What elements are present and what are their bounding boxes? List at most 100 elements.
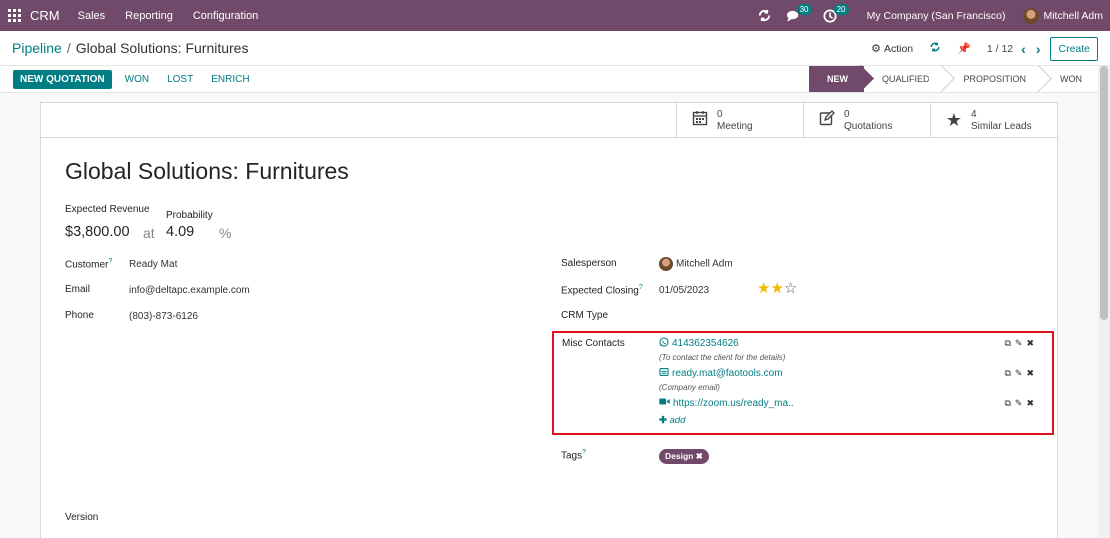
crm-type-label: CRM Type [561, 310, 609, 321]
percent-sign: % [219, 225, 232, 241]
probability-label: Probability [166, 210, 213, 221]
control-panel-right: ⚙ Action 📌 1 / 12 ‹ › Create [871, 31, 1110, 66]
whatsapp-icon [659, 337, 669, 350]
chat-badge: 30 [796, 3, 812, 15]
chat-icon[interactable]: 30 [786, 3, 812, 23]
misc-contact-line-2[interactable]: ready.mat@faotools.com [659, 367, 783, 380]
tags-help-icon[interactable]: ? [582, 449, 586, 456]
create-button[interactable]: Create [1050, 36, 1098, 61]
priority-star-icon-3[interactable]: ☆ [784, 280, 797, 297]
app-name[interactable]: CRM [30, 8, 60, 23]
expected-closing-help-icon[interactable]: ? [639, 284, 643, 291]
scrollbar-thumb[interactable] [1100, 66, 1108, 320]
stage-new[interactable]: NEW [808, 66, 864, 92]
expected-revenue-input[interactable]: $3,800.00 [65, 224, 130, 240]
enrich-button[interactable]: ENRICH [211, 74, 249, 85]
copy-icon[interactable]: ⧉ [1004, 338, 1010, 349]
activity-clock-icon[interactable]: 20 [823, 3, 849, 23]
customer-label-text: Customer [65, 259, 109, 271]
user-avatar [1023, 7, 1040, 24]
tags-label-text: Tags [561, 450, 583, 462]
quotations-count: 0 [844, 108, 850, 120]
refresh-icon[interactable] [929, 41, 941, 56]
meeting-smart-button[interactable]: 0 Meeting [676, 103, 803, 138]
similar-leads-smart-text: 4 Similar Leads [971, 109, 1032, 133]
quotations-smart-button[interactable]: 0 Quotations [803, 103, 930, 138]
meeting-count: 0 [717, 108, 723, 120]
customer-input[interactable]: Ready Mat [129, 259, 177, 270]
stage-selector: NEW QUALIFIED PROPOSITION WON [808, 66, 1098, 92]
lost-button[interactable]: LOST [167, 74, 193, 85]
customer-help-icon[interactable]: ? [108, 258, 112, 265]
expected-closing-input[interactable]: 01/05/2023 [659, 285, 709, 296]
form-statusbar: NEW QUOTATION WON LOST ENRICH NEW QUALIF… [0, 66, 1098, 93]
priority-stars: ★★☆ [757, 279, 797, 297]
stage-qualified[interactable]: QUALIFIED [863, 66, 946, 92]
priority-star-icon-1[interactable]: ★ [757, 280, 770, 297]
breadcrumb-pipeline[interactable]: Pipeline [12, 40, 62, 56]
edit-icon [818, 110, 836, 131]
pager-value[interactable]: 1 / 12 [987, 43, 1013, 55]
phone-label: Phone [65, 310, 94, 321]
version-label: Version [65, 512, 99, 523]
gear-icon: ⚙ [871, 43, 881, 55]
delete-icon[interactable]: ✖ [1026, 398, 1034, 409]
company-switcher[interactable]: My Company (San Francisco) [867, 10, 1006, 22]
stage-proposition[interactable]: PROPOSITION [945, 66, 1042, 92]
at-separator: at [143, 225, 155, 241]
phone-input[interactable]: (803)-873-6126 [129, 311, 198, 322]
pin-icon[interactable]: 📌 [957, 42, 971, 55]
meeting-smart-text: 0 Meeting [717, 109, 753, 133]
salesperson-label: Salesperson [561, 258, 617, 269]
plus-icon: ✚ [659, 415, 667, 426]
action-label: Action [883, 42, 914, 55]
similar-leads-count: 4 [971, 108, 977, 120]
new-quotation-button[interactable]: NEW QUOTATION [13, 69, 112, 89]
tag-name: Design [665, 451, 694, 461]
similar-leads-smart-button[interactable]: ★ 4 Similar Leads [930, 103, 1057, 138]
email-icon [659, 367, 669, 380]
edit-pencil-icon[interactable]: ✎ [1015, 338, 1023, 349]
copy-icon[interactable]: ⧉ [1004, 368, 1010, 379]
misc-contact-line-1[interactable]: 414362354626 [659, 337, 739, 350]
star-icon: ★ [945, 110, 963, 130]
expected-closing-label: Expected Closing? [561, 284, 643, 296]
misc-contacts-box: Misc Contacts 414362354626 (To contact t… [552, 331, 1054, 435]
misc-contact-line-3[interactable]: https://zoom.us/ready_ma.. [659, 397, 794, 409]
pager-next-icon[interactable]: › [1036, 41, 1041, 57]
main-menu: Sales Reporting Configuration [78, 10, 279, 22]
action-menu-button[interactable]: ⚙ Action [871, 42, 914, 56]
smart-buttons: 0 Meeting 0 Quotations ★ 4 Similar Leads [676, 103, 1057, 138]
probability-input[interactable]: 4.09 [166, 224, 194, 240]
delete-icon[interactable]: ✖ [1026, 368, 1034, 379]
video-icon [659, 397, 670, 409]
add-misc-contact-button[interactable]: ✚ add [659, 415, 685, 426]
edit-pencil-icon[interactable]: ✎ [1015, 368, 1023, 379]
voip-icon[interactable] [757, 8, 772, 23]
tag-remove-icon[interactable]: ✖ [696, 451, 703, 461]
tag-badge[interactable]: Design ✖ [659, 449, 709, 464]
top-navbar: CRM Sales Reporting Configuration 30 20 … [0, 0, 1110, 31]
meeting-label: Meeting [717, 120, 753, 132]
delete-icon[interactable]: ✖ [1026, 338, 1034, 349]
edit-pencil-icon[interactable]: ✎ [1015, 398, 1023, 409]
priority-star-icon-2[interactable]: ★ [770, 280, 783, 297]
control-panel: Pipeline / Global Solutions: Furnitures … [0, 31, 1110, 66]
tags-label: Tags? [561, 449, 586, 461]
vertical-scrollbar[interactable] [1098, 66, 1110, 538]
copy-icon[interactable]: ⧉ [1004, 398, 1010, 409]
menu-reporting[interactable]: Reporting [125, 10, 173, 22]
misc-contact-actions-2: ⧉ ✎ ✖ [1004, 368, 1034, 379]
email-input[interactable]: info@deltapc.example.com [129, 285, 250, 296]
customer-label: Customer? [65, 258, 112, 270]
user-menu[interactable]: Mitchell Adm [1023, 7, 1103, 24]
salesperson-input[interactable]: Mitchell Adm [659, 257, 733, 271]
lead-title[interactable]: Global Solutions: Furnitures [65, 158, 349, 185]
salesperson-name: Mitchell Adm [676, 258, 733, 270]
pager-previous-icon[interactable]: ‹ [1021, 41, 1026, 57]
apps-grid-icon[interactable] [8, 8, 22, 23]
misc-contact-actions-3: ⧉ ✎ ✖ [1004, 398, 1034, 409]
won-button[interactable]: WON [125, 74, 149, 85]
menu-sales[interactable]: Sales [78, 10, 106, 22]
menu-configuration[interactable]: Configuration [193, 10, 258, 22]
